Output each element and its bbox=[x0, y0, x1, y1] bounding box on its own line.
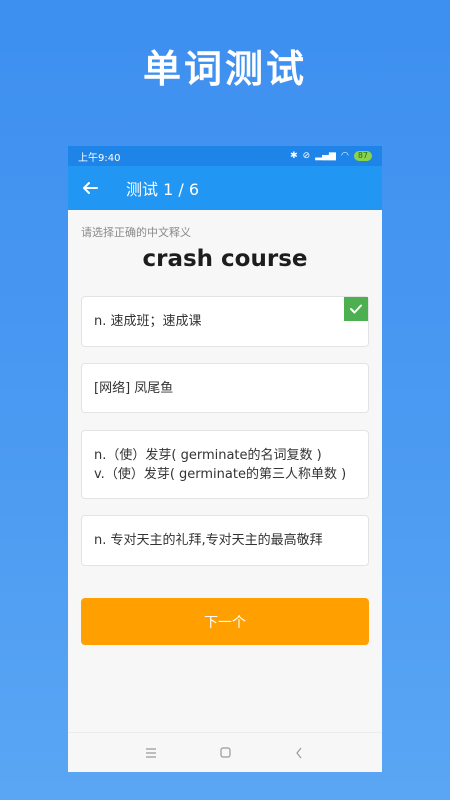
status-bar: 上午9:40 ✱ ⊘ ▂▄▆ ◠ 87 bbox=[68, 146, 382, 166]
quiz-word: crash course bbox=[142, 246, 308, 272]
back-nav-button[interactable] bbox=[288, 742, 310, 764]
promo-headline: 单词测试 bbox=[142, 47, 307, 91]
home-square-icon bbox=[219, 747, 231, 758]
quiz-instruction: 请选择正确的中文释义 bbox=[81, 226, 191, 239]
next-button[interactable]: 下一个 bbox=[81, 598, 369, 645]
chevron-left-icon bbox=[296, 747, 302, 758]
option-text: n. 专对天主的礼拜,专对天主的最高敬拜 bbox=[94, 533, 323, 548]
answer-option-2[interactable]: [网络] 凤尾鱼 bbox=[81, 363, 369, 413]
option-text: n. 速成班；速成课 bbox=[94, 314, 202, 329]
back-button[interactable] bbox=[68, 166, 112, 210]
answer-option-4[interactable]: n. 专对天主的礼拜,专对天主的最高敬拜 bbox=[81, 515, 369, 566]
option-text: [网络] 凤尾鱼 bbox=[94, 380, 174, 396]
system-nav-bar bbox=[68, 732, 382, 772]
menu-icon bbox=[146, 747, 156, 758]
app-bar: 测试 1 / 6 bbox=[68, 166, 382, 210]
page-title: 测试 1 / 6 bbox=[126, 180, 200, 199]
status-time: 上午9:40 bbox=[78, 152, 121, 164]
mute-icon: ⊘ bbox=[302, 151, 311, 161]
answer-option-1[interactable]: n. 速成班；速成课 bbox=[81, 296, 369, 347]
menu-nav-button[interactable] bbox=[140, 742, 162, 764]
correct-badge bbox=[344, 297, 368, 321]
option-text-line-1: n.（使）发芽( germinate的名词复数 ) bbox=[94, 447, 322, 463]
arrow-left-icon bbox=[83, 182, 98, 194]
phone-screen: 上午9:40 ✱ ⊘ ▂▄▆ ◠ 87 测试 1 / 6 请选择正确的中文释义 … bbox=[68, 146, 382, 772]
battery-icon: 87 bbox=[353, 151, 372, 161]
status-icons: ✱ ⊘ ▂▄▆ ◠ 87 bbox=[290, 151, 372, 161]
wifi-icon: ◠ bbox=[340, 151, 349, 161]
option-text-line-2: v.（使）发芽( germinate的第三人称单数 ) bbox=[94, 466, 347, 482]
signal-icon: ▂▄▆ bbox=[315, 151, 336, 161]
answer-option-3[interactable]: n.（使）发芽( germinate的名词复数 ) v.（使）发芽( germi… bbox=[81, 430, 369, 499]
home-nav-button[interactable] bbox=[214, 742, 236, 764]
bluetooth-icon: ✱ bbox=[290, 151, 298, 161]
check-icon bbox=[350, 304, 362, 314]
